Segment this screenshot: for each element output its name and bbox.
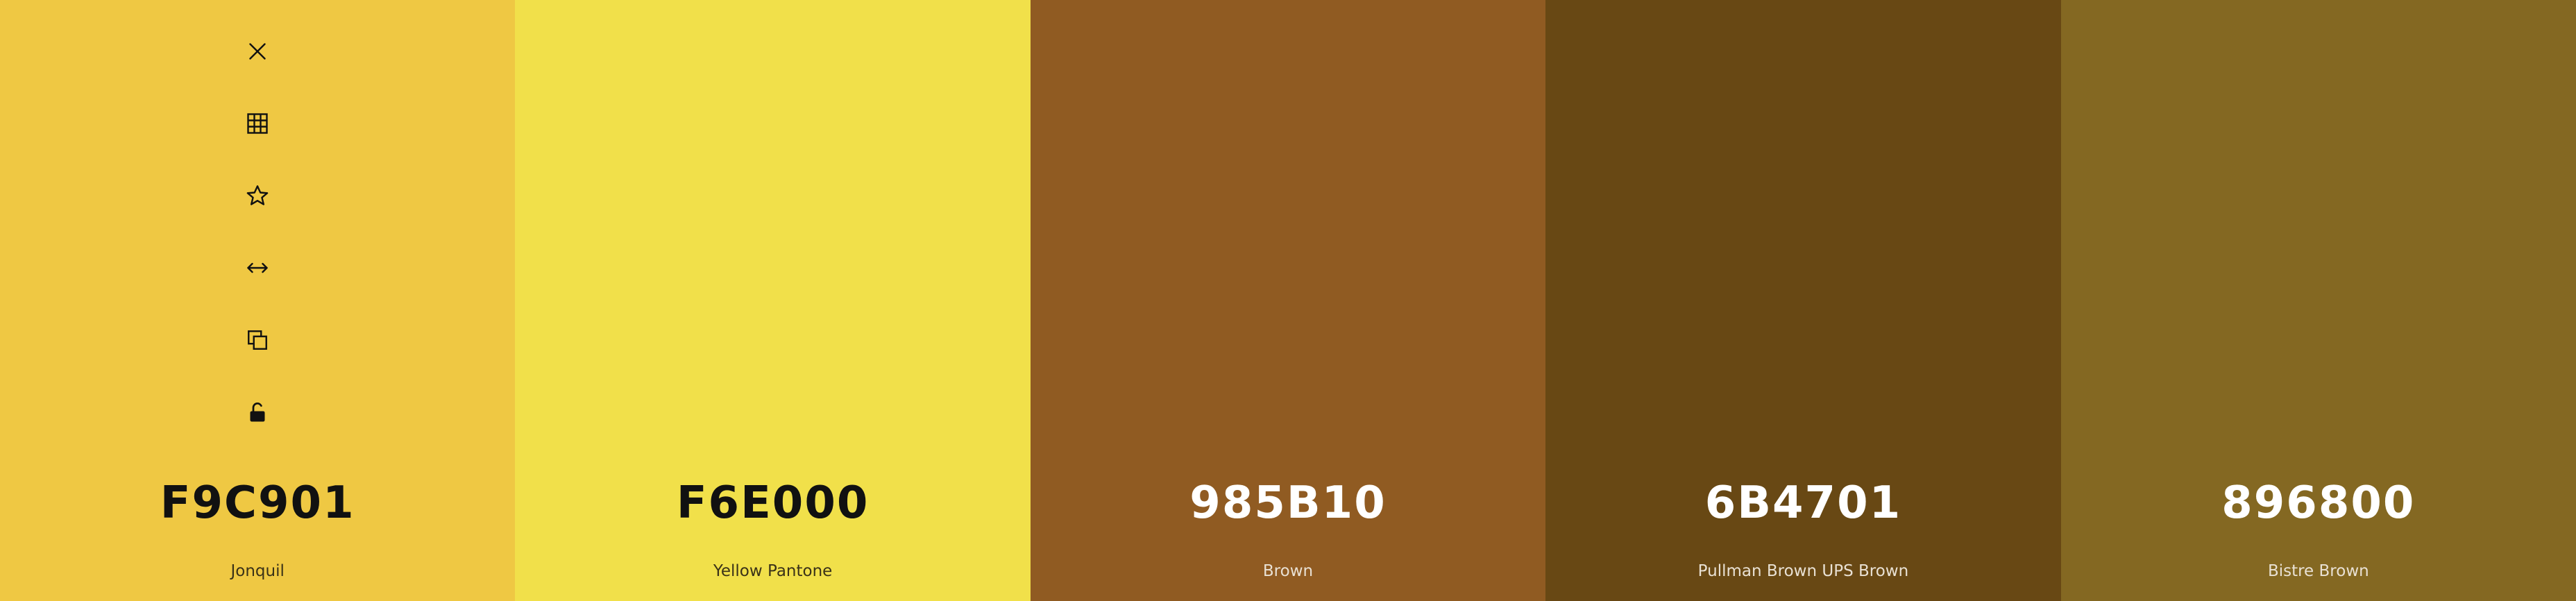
hex-code[interactable]: F9C901 [0,477,515,529]
hex-code[interactable]: 896800 [2061,477,2576,529]
drag-handle[interactable] [238,232,277,304]
view-shades-button[interactable] [238,87,277,160]
swatch-toolbar [238,15,277,448]
hex-code[interactable]: F6E000 [515,477,1030,529]
swatch-4[interactable]: 6B4701 Pullman Brown UPS Brown [1545,0,2061,601]
hex-code[interactable]: 985B10 [1031,477,1545,529]
grid-icon [247,113,268,134]
copy-icon [248,330,268,350]
arrows-horizontal-icon [247,262,268,273]
color-name[interactable]: Jonquil [0,562,515,580]
lock-open-icon [250,403,265,422]
remove-color-button[interactable] [238,15,277,87]
color-name[interactable]: Yellow Pantone [515,562,1030,580]
color-name[interactable]: Bistre Brown [2061,562,2576,580]
swatch-5[interactable]: 896800 Bistre Brown [2060,0,2576,601]
swatch-1[interactable]: F9C901 Jonquil [0,0,516,601]
color-name[interactable]: Pullman Brown UPS Brown [1545,562,2060,580]
save-color-button[interactable] [238,160,277,232]
close-icon [249,43,266,60]
lock-color-button[interactable] [238,376,277,448]
swatch-2[interactable]: F6E000 Yellow Pantone [515,0,1031,601]
copy-hex-button[interactable] [238,304,277,376]
color-name[interactable]: Brown [1031,562,1545,580]
star-icon [246,185,269,205]
swatch-3[interactable]: 985B10 Brown [1030,0,1546,601]
color-palette: F9C901 Jonquil F6E000 Yellow Pantone 985… [0,0,2576,601]
hex-code[interactable]: 6B4701 [1545,477,2060,529]
